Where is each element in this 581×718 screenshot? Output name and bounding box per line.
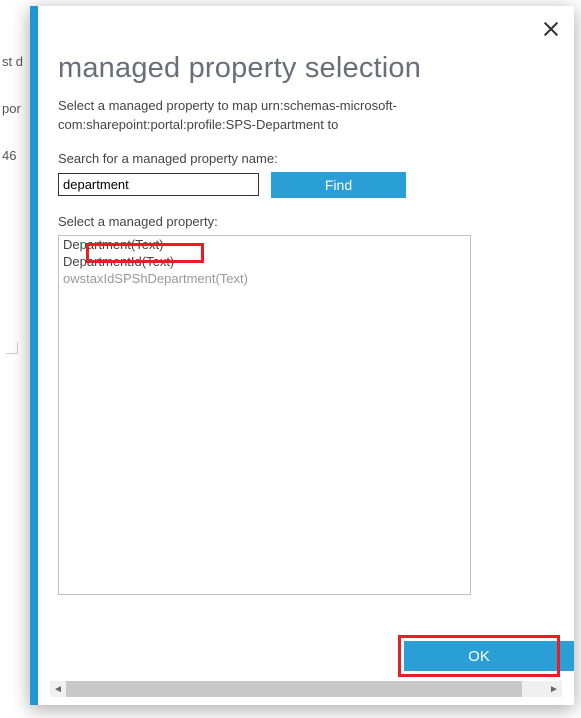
list-item[interactable]: Department(Text) [59, 236, 470, 253]
scroll-right-icon[interactable]: ► [546, 681, 562, 697]
ok-button[interactable]: OK [404, 641, 554, 671]
bg-box-corner [6, 342, 18, 354]
horizontal-scrollbar[interactable]: ◄ ► [50, 681, 562, 697]
property-selection-dialog: managed property selection Select a mana… [30, 6, 574, 705]
scroll-thumb[interactable] [66, 681, 522, 697]
find-button[interactable]: Find [271, 172, 406, 198]
search-input[interactable] [58, 173, 259, 196]
dialog-title: managed property selection [58, 52, 554, 85]
scroll-track[interactable] [66, 681, 546, 697]
search-row: Find [58, 172, 554, 198]
property-listbox[interactable]: Department(Text) DepartmentId(Text) owst… [58, 235, 471, 595]
close-icon[interactable] [542, 20, 560, 38]
list-item[interactable]: owstaxIdSPShDepartment(Text) [59, 270, 470, 287]
list-item[interactable]: DepartmentId(Text) [59, 253, 470, 270]
dialog-intro-text: Select a managed property to map urn:sch… [58, 97, 498, 135]
select-label: Select a managed property: [58, 214, 554, 229]
button-overflow-edge [552, 641, 574, 671]
search-label: Search for a managed property name: [58, 151, 554, 166]
scroll-left-icon[interactable]: ◄ [50, 681, 66, 697]
